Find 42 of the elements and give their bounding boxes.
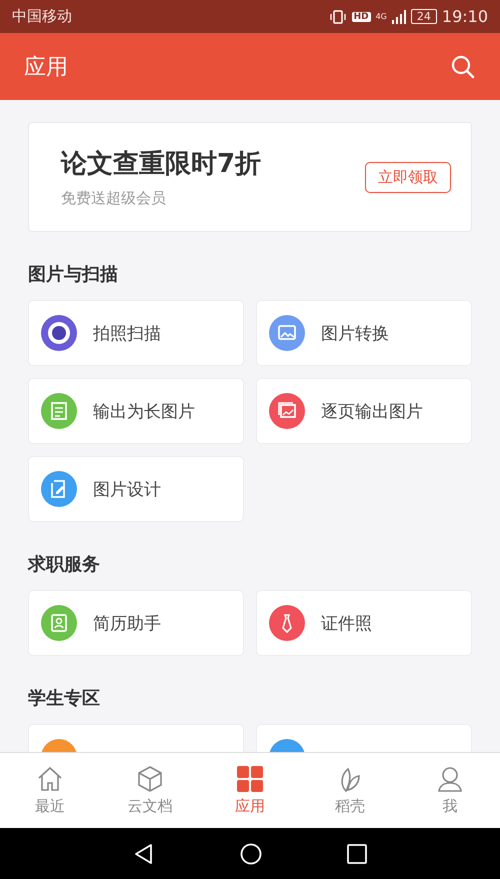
section-title: 学生专区 — [28, 687, 101, 710]
tool-card[interactable]: 图片设计 — [28, 456, 244, 522]
tool-card[interactable]: 逐页输出图片 — [256, 378, 472, 444]
nav-tab[interactable]: 最近 — [0, 753, 100, 828]
tool-card[interactable]: 拍照扫描 — [28, 300, 244, 366]
home-button-icon[interactable] — [240, 842, 262, 864]
tool-label: 图片设计 — [93, 478, 161, 500]
recents-icon[interactable] — [347, 844, 368, 864]
tool-card[interactable]: 图片转换 — [256, 300, 472, 366]
tool-card[interactable]: 简历助手 — [28, 590, 244, 656]
vibrate-icon — [328, 10, 347, 24]
network-type: 4G — [376, 12, 387, 21]
nav-tab[interactable]: 应用 — [200, 753, 300, 828]
tool-label: 简历助手 — [93, 612, 161, 634]
cube-icon — [136, 765, 164, 793]
search-icon[interactable] — [450, 54, 476, 80]
apps-icon — [236, 765, 264, 793]
carrier-name: 中国移动 — [12, 7, 72, 26]
promo-title: 论文查重限时7折 — [61, 148, 262, 181]
section-title: 图片与扫描 — [28, 263, 119, 286]
tool-card[interactable]: 输出为长图片 — [28, 378, 244, 444]
tool-label: 证件照 — [321, 612, 372, 634]
battery-level: 24 — [410, 9, 437, 24]
nav-tab[interactable]: 稻壳 — [300, 753, 400, 828]
tool-label: 拍照扫描 — [93, 322, 161, 344]
section-title: 求职服务 — [28, 553, 101, 576]
nav-tab[interactable]: 云文档 — [100, 753, 200, 828]
nav-tab[interactable]: 我 — [400, 753, 500, 828]
person-icon — [436, 765, 464, 793]
page-title: 应用 — [24, 54, 68, 82]
tool-label: 输出为长图片 — [93, 400, 195, 422]
tool-label: 图片转换 — [321, 322, 389, 344]
hd-badge: HD — [352, 12, 371, 22]
promo-banner[interactable]: 论文查重限时7折 免费送超级会员 立即领取 — [28, 122, 472, 232]
tool-card[interactable]: 证件照 — [256, 590, 472, 656]
claim-button[interactable]: 立即领取 — [365, 162, 451, 192]
clock-time: 19:10 — [442, 7, 488, 26]
home-icon — [36, 765, 64, 793]
back-icon[interactable] — [132, 842, 155, 864]
promo-subtitle: 免费送超级会员 — [61, 189, 167, 208]
signal-icon — [392, 10, 406, 24]
tool-label: 逐页输出图片 — [321, 400, 423, 422]
